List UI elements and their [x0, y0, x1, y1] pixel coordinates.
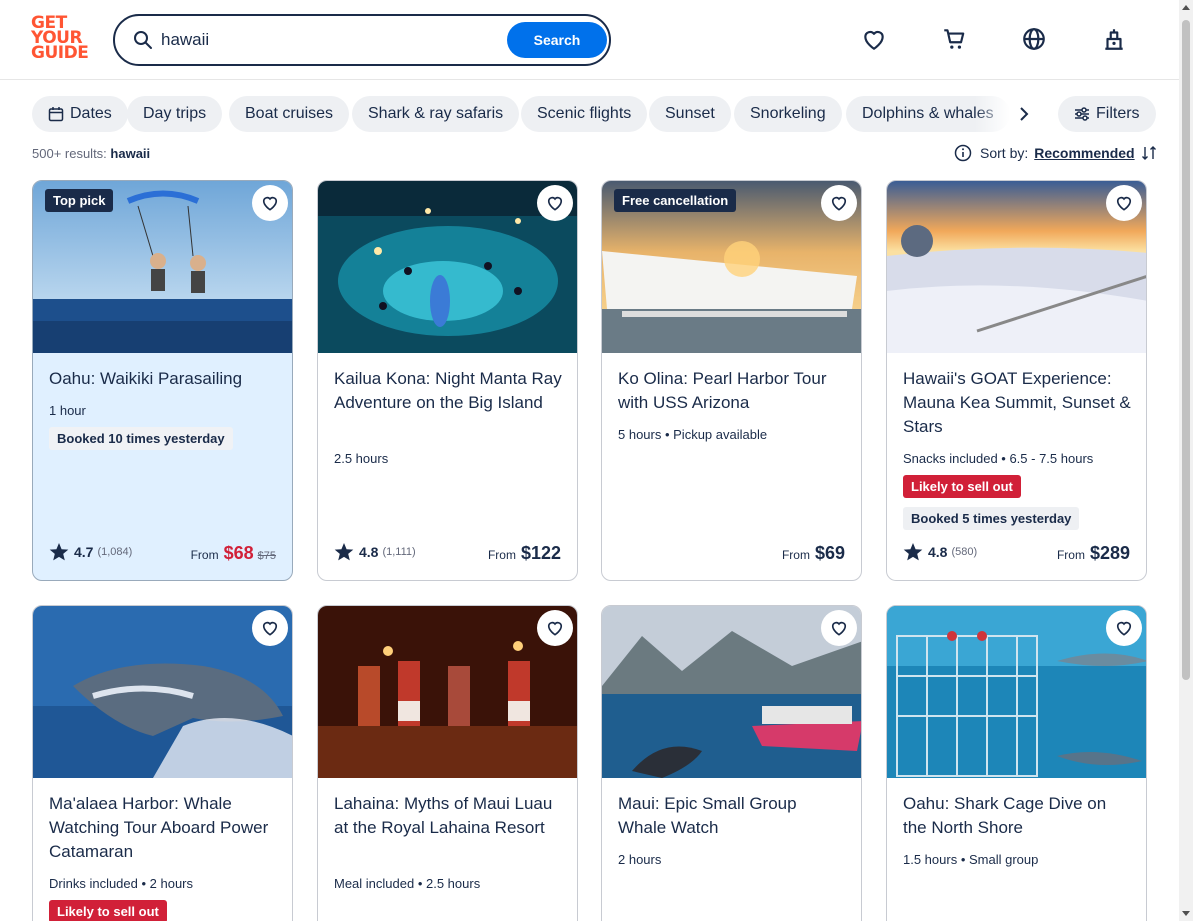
likely-to-sell-out-tag: Likely to sell out — [903, 475, 1021, 498]
wishlist-button[interactable] — [252, 185, 288, 221]
activity-title[interactable]: Oahu: Shark Cage Dive on the North Shore — [903, 792, 1133, 840]
sliders-icon — [1075, 107, 1089, 121]
activity-meta: Meal included • 2.5 hours — [334, 876, 481, 891]
wishlist-button[interactable] — [537, 185, 573, 221]
activity-title[interactable]: Ko Olina: Pearl Harbor Tour with USS Ari… — [618, 367, 848, 415]
activity-meta: Drinks included • 2 hours — [49, 876, 194, 891]
heart-icon — [547, 621, 563, 636]
star-icon — [49, 543, 69, 561]
activity-card[interactable]: Kailua Kona: Night Manta Ray Adventure o… — [317, 180, 578, 581]
logo[interactable]: GET YOUR GUIDE — [31, 15, 91, 66]
filters-button[interactable]: Filters — [1058, 96, 1156, 132]
top-pick-badge: Top pick — [45, 189, 114, 212]
heart-icon — [1116, 196, 1132, 211]
activity-card[interactable]: Hawaii's GOAT Experience: Mauna Kea Summ… — [886, 180, 1147, 581]
likely-to-sell-out-tag: Likely to sell out — [49, 900, 167, 921]
heart-icon — [262, 621, 278, 636]
wishlist-heart-icon[interactable] — [861, 26, 887, 52]
cart-icon[interactable] — [941, 26, 967, 52]
sort-arrows-icon[interactable] — [1141, 145, 1157, 161]
rating: 4.7 (1,084) — [49, 542, 132, 562]
header: GET YOUR GUIDE Search — [0, 0, 1179, 80]
activity-meta: 2.5 hours — [334, 451, 389, 466]
globe-icon[interactable] — [1021, 26, 1047, 52]
wishlist-button[interactable] — [1106, 610, 1142, 646]
wishlist-button[interactable] — [821, 610, 857, 646]
rating: 4.8 (580) — [903, 542, 977, 562]
sort-control[interactable]: Sort by: Recommended — [954, 144, 1157, 162]
heart-icon — [831, 196, 847, 211]
results-count: 500+ results: hawaii — [32, 146, 151, 161]
activity-card[interactable]: Maui: Epic Small Group Whale Watch 2 hou… — [601, 605, 862, 921]
wishlist-button[interactable] — [821, 185, 857, 221]
activity-meta: 1.5 hours • Small group — [903, 852, 1039, 867]
price: From $69 — [781, 543, 845, 563]
search-input[interactable] — [161, 27, 491, 53]
activity-meta: 2 hours — [618, 852, 662, 867]
activity-card[interactable]: Oahu: Shark Cage Dive on the North Shore… — [886, 605, 1147, 921]
scroll-down-arrow[interactable] — [1182, 911, 1190, 916]
chip-scenic-flights[interactable]: Scenic flights — [521, 96, 648, 132]
chip-day-trips[interactable]: Day trips — [127, 96, 223, 132]
activity-title[interactable]: Ma'alaea Harbor: Whale Watching Tour Abo… — [49, 792, 279, 864]
rating: 4.8 (1,111) — [334, 542, 416, 562]
info-icon[interactable] — [954, 144, 972, 162]
activity-meta: 1 hour — [49, 403, 86, 418]
activity-title[interactable]: Lahaina: Myths of Maui Luau at the Royal… — [334, 792, 564, 840]
sort-value[interactable]: Recommended — [1034, 145, 1134, 161]
activity-card[interactable]: Free cancellation Ko Olina: Pearl Harbor… — [601, 180, 862, 581]
price: From $122 — [487, 543, 561, 563]
chip-snorkeling[interactable]: Snorkeling — [734, 96, 842, 132]
heart-icon — [831, 621, 847, 636]
scrollbar-thumb[interactable] — [1182, 20, 1190, 680]
calendar-icon — [48, 107, 64, 122]
activity-card[interactable]: Ma'alaea Harbor: Whale Watching Tour Abo… — [32, 605, 293, 921]
price: From $289 — [1056, 543, 1130, 563]
profile-icon[interactable] — [1101, 26, 1127, 52]
chevron-right-icon[interactable] — [1010, 102, 1038, 126]
wishlist-button[interactable] — [1106, 185, 1142, 221]
page-scrollbar[interactable] — [1179, 0, 1193, 921]
activity-meta: 5 hours • Pickup available — [618, 427, 768, 442]
activity-title[interactable]: Oahu: Waikiki Parasailing — [49, 367, 279, 391]
chip-dates[interactable]: Dates — [32, 96, 128, 132]
scroll-up-arrow[interactable] — [1182, 5, 1190, 10]
wishlist-button[interactable] — [537, 610, 573, 646]
activity-meta: Snacks included • 6.5 - 7.5 hours — [903, 451, 1094, 466]
wishlist-button[interactable] — [252, 610, 288, 646]
heart-icon — [262, 196, 278, 211]
price: From $68 $75 — [190, 543, 276, 563]
activity-title[interactable]: Maui: Epic Small Group Whale Watch — [618, 792, 848, 840]
activity-card[interactable]: Top pick Oahu: Waikiki Parasailing 1 hou… — [32, 180, 293, 581]
booked-tag: Booked 5 times yesterday — [903, 507, 1080, 530]
booked-tag: Booked 10 times yesterday — [49, 427, 233, 450]
heart-icon — [547, 196, 563, 211]
activity-title[interactable]: Hawaii's GOAT Experience: Mauna Kea Summ… — [903, 367, 1133, 439]
chips-fade — [975, 94, 1010, 134]
star-icon — [334, 543, 354, 561]
chip-boat-cruises[interactable]: Boat cruises — [229, 96, 350, 132]
star-icon — [903, 543, 923, 561]
search-icon — [134, 31, 152, 49]
search-button[interactable]: Search — [507, 22, 607, 58]
heart-icon — [1116, 621, 1132, 636]
activity-title[interactable]: Kailua Kona: Night Manta Ray Adventure o… — [334, 367, 564, 415]
chip-shark-ray-safaris[interactable]: Shark & ray safaris — [352, 96, 520, 132]
activity-card[interactable]: Lahaina: Myths of Maui Luau at the Royal… — [317, 605, 578, 921]
chip-sunset[interactable]: Sunset — [649, 96, 731, 132]
search-bar: Search — [113, 14, 611, 66]
free-cancellation-badge: Free cancellation — [614, 189, 737, 212]
